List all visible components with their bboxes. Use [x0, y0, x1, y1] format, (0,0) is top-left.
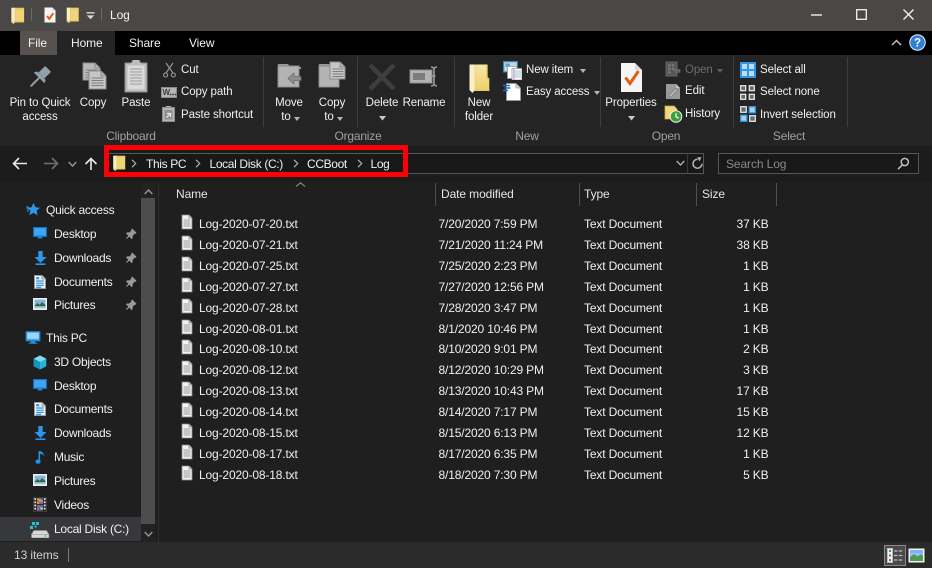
svg-text:?: ?: [914, 38, 921, 50]
svg-text:W: W: [163, 88, 171, 97]
